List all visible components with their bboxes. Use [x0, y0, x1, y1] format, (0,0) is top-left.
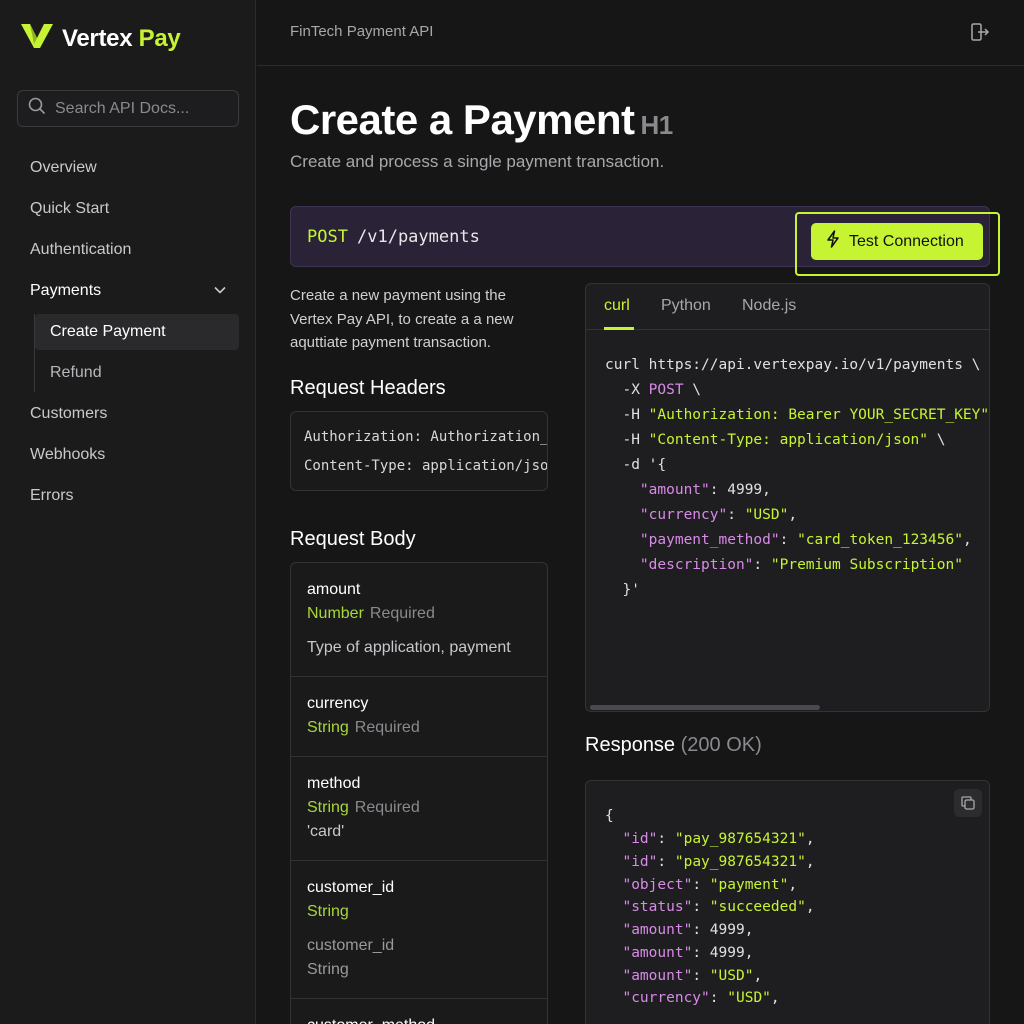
- topbar-title: FinTech Payment API: [290, 23, 434, 40]
- sidebar-item-webhooks[interactable]: Webhooks: [30, 443, 105, 467]
- brand-name: Vertex Pay: [62, 24, 181, 52]
- sidebar: Vertex Pay Overview Quick Start Authenti…: [0, 0, 256, 1024]
- sidebar-item-refund[interactable]: Refund: [50, 361, 102, 385]
- header-authorization: Authorization: Authorization_KEY: [304, 429, 548, 445]
- sidebar-item-overview[interactable]: Overview: [30, 156, 97, 180]
- field-customer-id: customer_id String customer_id String: [291, 861, 547, 999]
- heading-level-tag: H1: [640, 110, 674, 140]
- brand-logo[interactable]: Vertex Pay: [20, 22, 181, 55]
- request-body-title: Request Body: [290, 528, 416, 550]
- field-customer-method: customer_method: [291, 999, 547, 1024]
- response-title: Response (200 OK): [585, 734, 762, 756]
- sidebar-item-customers[interactable]: Customers: [30, 402, 107, 426]
- topbar: FinTech Payment API: [257, 0, 1024, 66]
- search-box[interactable]: [17, 90, 239, 127]
- search-icon: [28, 97, 46, 120]
- request-headers-box: Authorization: Authorization_KEY Content…: [290, 411, 548, 491]
- request-body-box: amount Number Required Type of applicatio…: [290, 562, 548, 1024]
- endpoint-path: /v1/payments: [357, 227, 480, 247]
- sidebar-item-payments[interactable]: Payments: [30, 279, 101, 303]
- search-input[interactable]: [55, 99, 230, 118]
- sidebar-item-authentication[interactable]: Authentication: [30, 238, 131, 262]
- header-content-type: Content-Type: application/json: [304, 458, 548, 474]
- field-currency: currency String Required: [291, 677, 547, 757]
- tab-curl[interactable]: curl: [604, 297, 630, 315]
- endpoint-description: Create a new payment using the Vertex Pa…: [290, 287, 514, 351]
- response-panel: { "id": "pay_987654321", "id": "pay_9876…: [585, 780, 990, 1024]
- code-sample-panel: curl Python Node.js curl https://api.ver…: [585, 283, 990, 712]
- request-headers-title: Request Headers: [290, 377, 446, 399]
- copy-icon[interactable]: [954, 789, 982, 817]
- sidebar-item-quick-start[interactable]: Quick Start: [30, 197, 109, 221]
- vertex-logo-icon: [20, 22, 54, 55]
- test-connection-button[interactable]: Test Connection: [811, 223, 983, 260]
- field-method: method String Required 'card': [291, 757, 547, 861]
- chevron-down-icon[interactable]: [213, 283, 227, 302]
- field-amount: amount Number Required Type of applicatio…: [291, 563, 547, 677]
- sidebar-item-create-payment[interactable]: Create Payment: [50, 320, 166, 344]
- test-connection-label: Test Connection: [849, 232, 964, 250]
- bolt-icon: [826, 230, 840, 253]
- tab-python[interactable]: Python: [661, 297, 711, 315]
- http-method: POST: [307, 227, 348, 247]
- tab-nodejs[interactable]: Node.js: [742, 297, 796, 315]
- page-subtitle: Create and process a single payment tran…: [290, 152, 665, 171]
- page-title: Create a Payment H1: [290, 96, 674, 143]
- response-status: (200 OK): [680, 734, 762, 756]
- sidebar-item-errors[interactable]: Errors: [30, 484, 74, 508]
- horizontal-scrollbar[interactable]: [590, 705, 820, 710]
- code-tabs: curl Python Node.js: [586, 284, 989, 330]
- active-tab-indicator: [604, 327, 634, 330]
- logout-icon[interactable]: [970, 22, 990, 47]
